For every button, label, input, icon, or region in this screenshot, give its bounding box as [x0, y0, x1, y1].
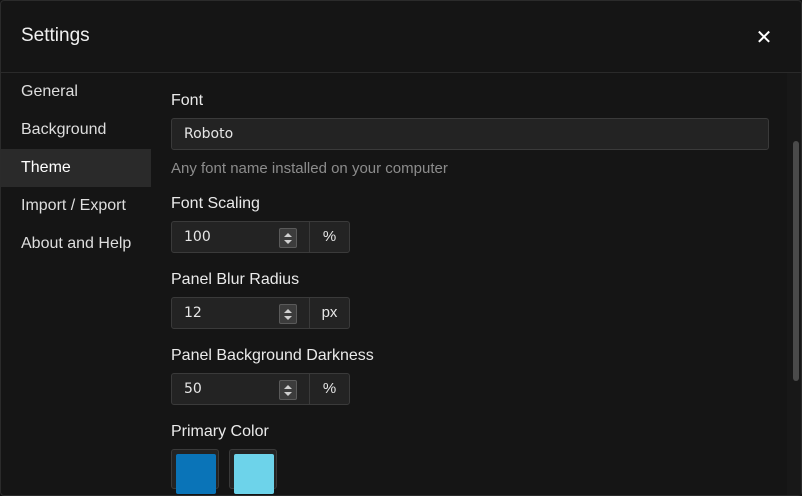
font-input[interactable]	[171, 118, 769, 150]
close-icon[interactable]: ✕	[753, 26, 775, 49]
primary-color-swatches	[171, 449, 769, 494]
font-scaling-group: 100 %	[171, 221, 350, 253]
scrollbar-thumb[interactable]	[793, 141, 799, 381]
swatch-fill	[234, 454, 274, 494]
settings-sidebar: General Background Theme Import / Export…	[1, 73, 151, 495]
font-field: Font Any font name installed on your com…	[171, 92, 769, 177]
panel-blur-unit: px	[321, 304, 338, 321]
sidebar-item-about-help[interactable]: About and Help	[1, 225, 151, 263]
primary-color-field: Primary Color	[171, 423, 769, 494]
panel-blur-group: 12 px	[171, 297, 350, 329]
spinner-icon[interactable]	[279, 380, 297, 400]
dialog-title: Settings	[21, 25, 90, 46]
dialog-header: Settings ✕	[1, 1, 801, 73]
spin-down-icon[interactable]	[284, 391, 292, 396]
font-scaling-field: Font Scaling 100 %	[171, 195, 769, 253]
spinner-icon[interactable]	[279, 304, 297, 324]
panel-blur-field: Panel Blur Radius 12 px	[171, 271, 769, 329]
content-scrollbar[interactable]	[787, 73, 801, 495]
spin-up-icon[interactable]	[284, 232, 292, 237]
panel-darkness-input[interactable]: 50	[172, 374, 310, 404]
panel-darkness-unit: %	[322, 380, 337, 397]
spin-down-icon[interactable]	[284, 315, 292, 320]
spin-up-icon[interactable]	[284, 384, 292, 389]
font-scaling-label: Font Scaling	[171, 195, 260, 212]
sidebar-item-background[interactable]: Background	[1, 111, 151, 149]
theme-settings-panel: Font Any font name installed on your com…	[171, 73, 769, 495]
spin-down-icon[interactable]	[284, 239, 292, 244]
sidebar-item-general[interactable]: General	[1, 73, 151, 111]
panel-darkness-label: Panel Background Darkness	[171, 347, 374, 364]
primary-color-swatch-1[interactable]	[171, 449, 219, 494]
spin-up-icon[interactable]	[284, 308, 292, 313]
sidebar-item-import-export[interactable]: Import / Export	[1, 187, 151, 225]
panel-blur-input[interactable]: 12	[172, 298, 310, 328]
panel-blur-value: 12	[184, 305, 202, 321]
primary-color-swatch-2[interactable]	[229, 449, 277, 494]
font-label: Font	[171, 92, 204, 109]
panel-darkness-value: 50	[184, 381, 202, 397]
font-scaling-value: 100	[184, 229, 211, 245]
panel-darkness-field: Panel Background Darkness 50 %	[171, 347, 769, 405]
font-scaling-input[interactable]: 100	[172, 222, 310, 252]
font-hint: Any font name installed on your computer	[171, 160, 448, 177]
panel-darkness-group: 50 %	[171, 373, 350, 405]
swatch-fill	[176, 454, 216, 494]
sidebar-item-theme[interactable]: Theme	[1, 149, 151, 187]
spinner-icon[interactable]	[279, 228, 297, 248]
primary-color-label: Primary Color	[171, 423, 269, 440]
font-scaling-unit: %	[322, 228, 337, 245]
settings-dialog: Settings ✕ General Background Theme Impo…	[0, 0, 802, 496]
panel-blur-label: Panel Blur Radius	[171, 271, 300, 288]
